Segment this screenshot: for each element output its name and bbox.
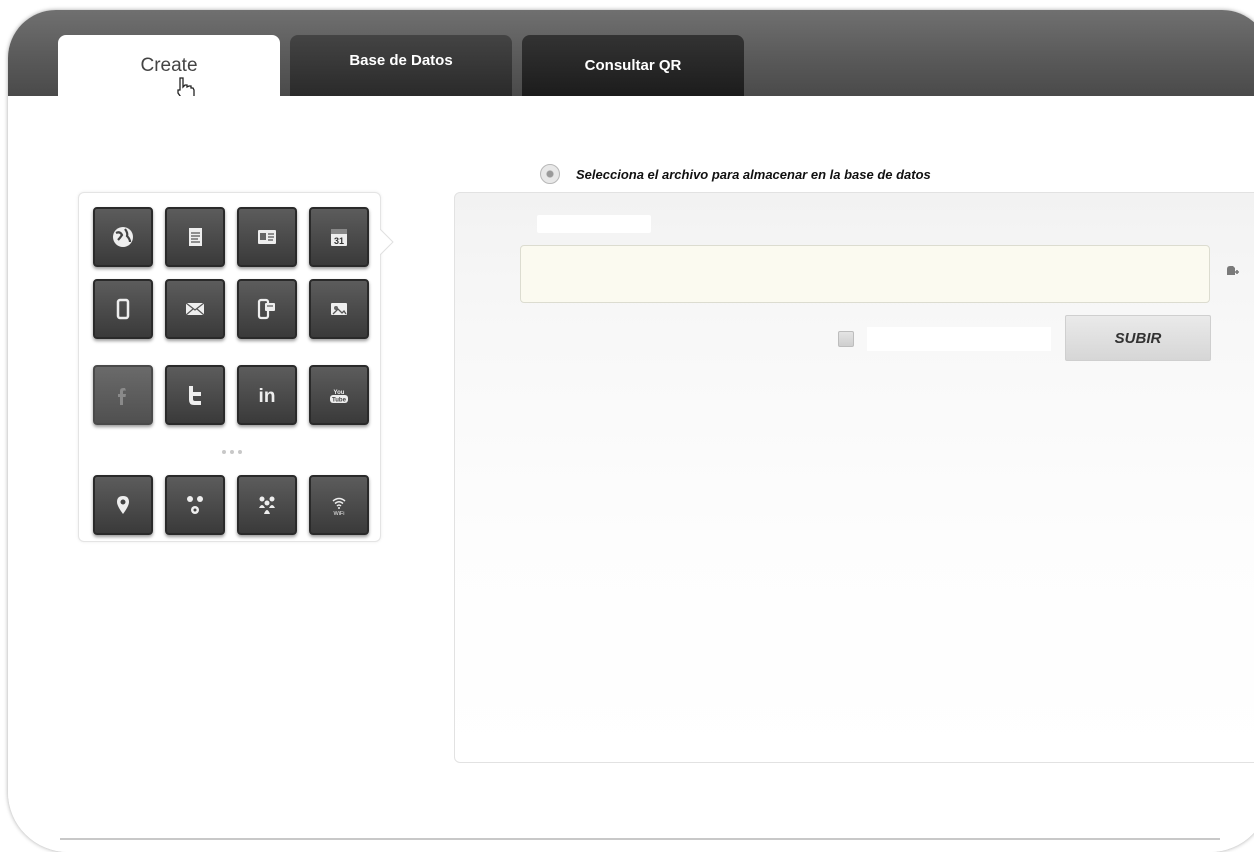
file-path-input[interactable] bbox=[520, 245, 1210, 303]
tab-bar: Create Base de Datos Consultar QR bbox=[8, 10, 1254, 101]
photo-card-icon bbox=[331, 303, 347, 315]
wifi-type-button[interactable]: WiFi bbox=[309, 475, 369, 535]
tab-base-de-datos[interactable]: Base de Datos bbox=[290, 35, 512, 96]
svg-text:Tube: Tube bbox=[332, 398, 347, 404]
linkedin-icon: in bbox=[259, 386, 276, 407]
upload-instruction: Selecciona el archivo para almacenar en … bbox=[540, 161, 931, 187]
upload-option-checkbox[interactable] bbox=[838, 331, 854, 347]
tab-create-label: Create bbox=[140, 54, 198, 76]
mobile-phone-icon bbox=[116, 298, 130, 320]
more-types-indicator bbox=[217, 450, 247, 458]
wifi-text: WiFi bbox=[334, 511, 345, 517]
social-type-button[interactable] bbox=[165, 475, 225, 535]
location-pin-icon bbox=[117, 496, 129, 514]
youtube-type-button[interactable]: You Tube bbox=[309, 365, 369, 425]
text-type-button[interactable] bbox=[165, 207, 225, 267]
envelope-icon bbox=[185, 302, 205, 316]
calendar-day-text: 31 bbox=[334, 236, 344, 246]
youtube-icon: YouTube bbox=[330, 390, 348, 404]
subir-button[interactable]: SUBIR bbox=[1065, 315, 1211, 361]
upload-panel: SUBIR bbox=[454, 192, 1254, 763]
people-icon bbox=[259, 496, 275, 514]
calendar-icon: 31 bbox=[331, 229, 347, 246]
sms-type-button[interactable] bbox=[237, 279, 297, 339]
upload-option-label bbox=[867, 327, 1051, 351]
linkedin-text: in bbox=[259, 386, 276, 407]
tab-consultar-qr-label: Consultar QR bbox=[584, 57, 682, 74]
upload-radio[interactable] bbox=[540, 164, 560, 184]
facebook-type-button[interactable] bbox=[93, 365, 153, 425]
upload-instruction-text: Selecciona el archivo para almacenar en … bbox=[576, 166, 931, 182]
main-content: 31 in You Tube WiFi Selecciona el archiv… bbox=[8, 96, 1254, 852]
tab-base-de-datos-label: Base de Datos bbox=[349, 52, 453, 69]
window-bottom-edge bbox=[60, 838, 1220, 840]
sms-icon bbox=[257, 298, 275, 320]
palette-pointer-arrow bbox=[380, 229, 394, 255]
email-type-button[interactable] bbox=[165, 279, 225, 339]
facebook-icon bbox=[118, 388, 126, 405]
mms-type-button[interactable] bbox=[309, 279, 369, 339]
document-icon bbox=[189, 228, 202, 246]
event-type-button[interactable]: 31 bbox=[309, 207, 369, 267]
id-card-icon bbox=[258, 230, 276, 244]
tab-consultar-qr[interactable]: Consultar QR bbox=[522, 35, 744, 96]
share-icon bbox=[187, 496, 203, 514]
twitter-type-button[interactable] bbox=[165, 365, 225, 425]
globe-icon bbox=[113, 227, 133, 247]
location-type-button[interactable] bbox=[93, 475, 153, 535]
linkedin-type-button[interactable]: in bbox=[237, 365, 297, 425]
add-file-icon[interactable] bbox=[1225, 263, 1241, 279]
vcard-type-button[interactable] bbox=[237, 207, 297, 267]
app-window: Create Base de Datos Consultar QR 31 in … bbox=[8, 10, 1254, 852]
phone-type-button[interactable] bbox=[93, 279, 153, 339]
upload-field-label bbox=[537, 215, 651, 233]
twitter-icon bbox=[189, 386, 201, 405]
wifi-icon: WiFi bbox=[332, 497, 346, 517]
url-type-button[interactable] bbox=[93, 207, 153, 267]
contacts-type-button[interactable] bbox=[237, 475, 297, 535]
tab-create[interactable]: Create bbox=[58, 35, 280, 96]
qr-type-palette: 31 in You Tube WiFi bbox=[78, 192, 381, 542]
